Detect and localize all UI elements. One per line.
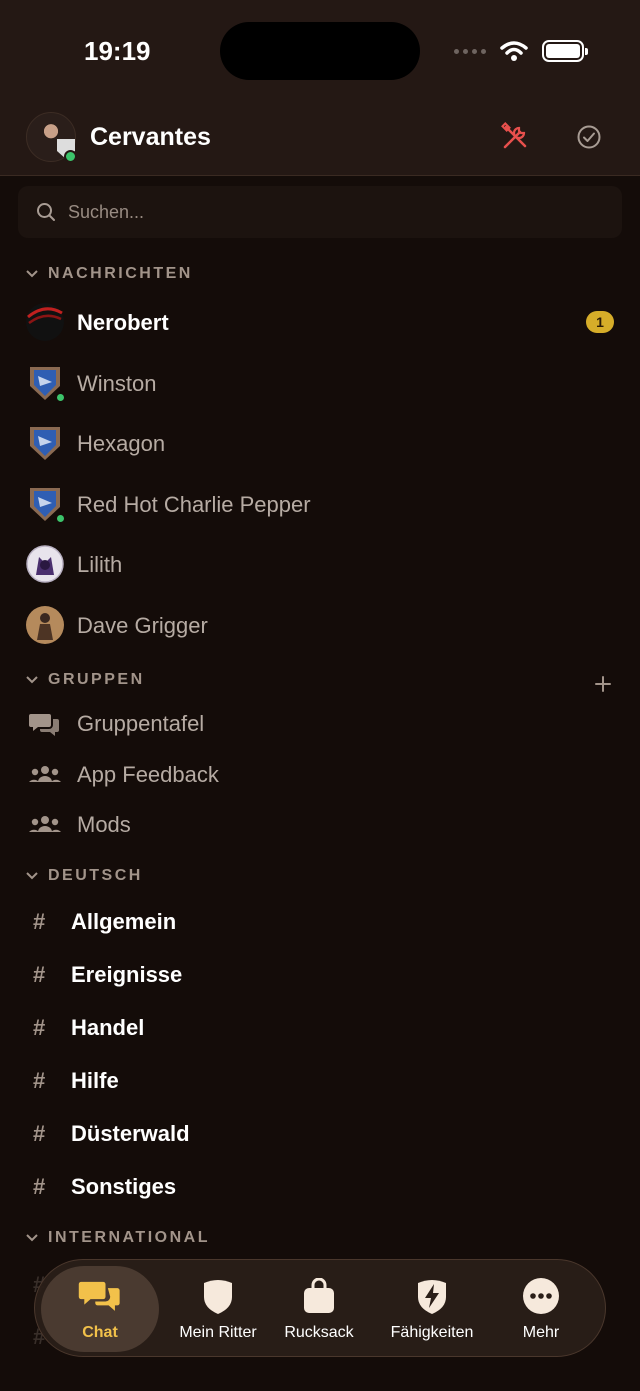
chevron-down-icon xyxy=(26,1234,38,1242)
online-indicator xyxy=(55,513,66,524)
tab-chat[interactable]: Chat xyxy=(41,1266,159,1352)
plus-icon[interactable] xyxy=(593,674,613,694)
more-icon xyxy=(519,1274,563,1318)
group-item-gruppentafel[interactable]: Gruppentafel xyxy=(0,700,640,748)
tab-label: Mehr xyxy=(522,1324,560,1341)
hash-icon: # xyxy=(33,909,46,934)
search-icon xyxy=(37,203,55,221)
avatar[interactable] xyxy=(26,112,77,163)
search-bar[interactable] xyxy=(18,186,622,238)
section-international[interactable]: INTERNATIONAL xyxy=(26,1229,210,1247)
channel-item-duesterwald[interactable]: # Düsterwald xyxy=(0,1107,640,1159)
online-indicator xyxy=(64,150,77,163)
section-label: NACHRICHTEN xyxy=(48,265,193,282)
tab-rucksack[interactable]: Rucksack xyxy=(269,1266,369,1352)
avatar xyxy=(26,545,64,583)
avatar xyxy=(26,303,64,341)
dm-item-winston[interactable]: Winston xyxy=(0,356,640,410)
channel-name: Hilfe xyxy=(71,1068,119,1093)
online-indicator xyxy=(55,392,66,403)
battery-icon xyxy=(542,40,588,62)
chat-icon xyxy=(78,1274,122,1318)
section-label: GRUPPEN xyxy=(48,671,145,688)
status-time: 19:19 xyxy=(84,36,151,66)
shield-icon xyxy=(196,1274,240,1318)
dynamic-island xyxy=(220,22,420,80)
dm-name: Nerobert xyxy=(77,310,169,335)
channel-item-hilfe[interactable]: # Hilfe xyxy=(0,1054,640,1106)
tab-mein-ritter[interactable]: Mein Ritter xyxy=(159,1266,277,1352)
dm-item-nerobert[interactable]: Nerobert 1 xyxy=(0,295,640,349)
tab-label: Chat xyxy=(82,1324,118,1341)
header-username[interactable]: Cervantes xyxy=(90,123,211,152)
signal-icon xyxy=(454,48,486,54)
tab-label: Rucksack xyxy=(284,1324,354,1341)
dm-item-lilith[interactable]: Lilith xyxy=(0,537,640,591)
tab-faehigkeiten[interactable]: Fähigkeiten xyxy=(377,1266,487,1352)
tab-mehr[interactable]: Mehr xyxy=(493,1266,589,1352)
channel-item-ereignisse[interactable]: # Ereignisse xyxy=(0,948,640,1000)
chat-bubbles-icon xyxy=(29,714,59,736)
tab-label: Fähigkeiten xyxy=(390,1324,474,1341)
bottom-tab-bar: Chat Mein Ritter Rucksack Fähigkeiten Me… xyxy=(34,1259,606,1357)
section-nachrichten[interactable]: NACHRICHTEN xyxy=(26,265,193,283)
tools-icon[interactable] xyxy=(500,122,530,152)
group-item-app-feedback[interactable]: App Feedback xyxy=(0,751,640,799)
hash-icon: # xyxy=(33,1174,46,1199)
wifi-icon xyxy=(500,41,528,61)
dm-name: Red Hot Charlie Pepper xyxy=(77,492,311,517)
top-bar: 19:19 Cervantes xyxy=(0,0,640,176)
chevron-down-icon xyxy=(26,270,38,278)
channel-name: Handel xyxy=(71,1015,145,1040)
tab-label: Mein Ritter xyxy=(179,1324,257,1341)
hash-icon: # xyxy=(33,962,46,987)
group-name: App Feedback xyxy=(77,762,219,787)
dm-name: Lilith xyxy=(77,552,123,577)
channel-name: Düsterwald xyxy=(71,1121,190,1146)
hash-icon: # xyxy=(33,1121,46,1146)
section-label: INTERNATIONAL xyxy=(48,1229,210,1246)
hash-icon: # xyxy=(33,1015,46,1040)
chevron-down-icon xyxy=(26,872,38,880)
channel-name: Sonstiges xyxy=(71,1174,177,1199)
dm-item-hexagon[interactable]: Hexagon xyxy=(0,416,640,470)
section-gruppen[interactable]: GRUPPEN xyxy=(26,671,145,689)
hash-icon: # xyxy=(33,1068,46,1093)
people-icon xyxy=(29,816,61,832)
group-name: Mods xyxy=(77,812,131,837)
group-item-mods[interactable]: Mods xyxy=(0,801,640,849)
status-icons xyxy=(454,40,588,62)
shield-icon xyxy=(30,427,60,460)
channel-item-handel[interactable]: # Handel xyxy=(0,1001,640,1053)
search-input[interactable] xyxy=(68,201,568,223)
dm-name: Hexagon xyxy=(77,431,166,456)
channel-name: Ereignisse xyxy=(71,962,183,987)
dm-name: Winston xyxy=(77,371,157,396)
dm-name: Dave Grigger xyxy=(77,613,208,638)
section-deutsch[interactable]: DEUTSCH xyxy=(26,867,143,885)
section-label: DEUTSCH xyxy=(48,867,143,884)
group-name: Gruppentafel xyxy=(77,711,205,736)
channel-item-allgemein[interactable]: # Allgemein xyxy=(0,895,640,947)
bag-icon xyxy=(297,1274,341,1318)
check-circle-icon[interactable] xyxy=(576,124,602,150)
people-icon xyxy=(29,766,61,782)
avatar xyxy=(26,606,64,644)
channel-item-sonstiges[interactable]: # Sonstiges xyxy=(0,1160,640,1212)
channel-name: Allgemein xyxy=(71,909,177,934)
dm-item-red-hot-charlie-pepper[interactable]: Red Hot Charlie Pepper xyxy=(0,477,640,531)
dm-item-dave-grigger[interactable]: Dave Grigger xyxy=(0,598,640,652)
chevron-down-icon xyxy=(26,676,38,684)
lightning-shield-icon xyxy=(410,1274,454,1318)
unread-badge: 1 xyxy=(586,311,614,333)
